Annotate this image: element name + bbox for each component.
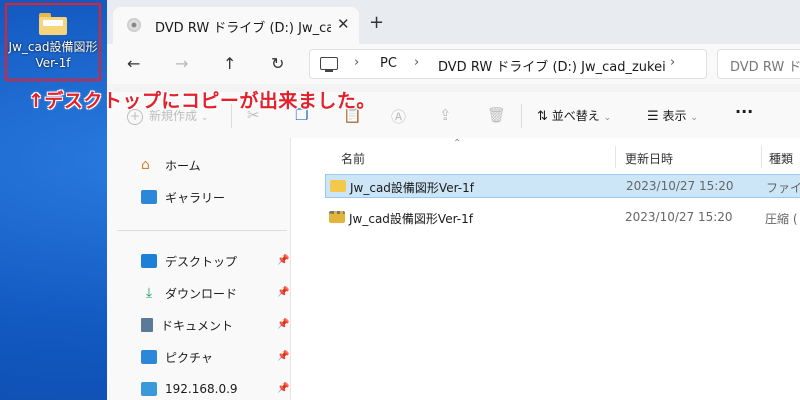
chevron-right-icon[interactable]: › xyxy=(670,55,675,70)
search-placeholder: DVD RW ドラ xyxy=(730,60,800,75)
table-row[interactable]: Jw_cad設備図形Ver-1f 2023/10/27 15:20 ファイル xyxy=(325,174,800,198)
sidebar-item-downloads[interactable]: ⤓ ダウンロード xyxy=(141,282,237,304)
folder-icon xyxy=(330,180,346,192)
desktop-icon-label: Jw_cad設備図形 Ver-1f xyxy=(8,40,98,70)
sidebar-item-home[interactable]: ⌂ ホーム xyxy=(141,154,201,176)
breadcrumb-drive[interactable]: DVD RW ドライブ (D:) Jw_cad_zukei xyxy=(438,56,666,75)
chevron-right-icon[interactable]: › xyxy=(414,55,419,70)
computer-icon[interactable] xyxy=(320,57,338,72)
sidebar-item-desktop[interactable]: デスクトップ xyxy=(141,250,237,272)
desktop-folder-shortcut[interactable]: Jw_cad設備図形 Ver-1f xyxy=(5,3,101,81)
pin-icon[interactable]: 📌 xyxy=(277,319,289,330)
new-tab-button[interactable]: + xyxy=(369,12,384,33)
column-header-type[interactable]: 種類 xyxy=(769,150,793,167)
breadcrumb[interactable]: › PC › DVD RW ドライブ (D:) Jw_cad_zukei › xyxy=(309,49,707,79)
sort-button[interactable]: ⇅ 並べ替え ⌄ xyxy=(537,107,611,124)
pin-icon[interactable]: 📌 xyxy=(277,255,289,266)
pictures-icon xyxy=(141,350,157,364)
more-options-icon[interactable]: ··· xyxy=(735,102,753,121)
sidebar-item-documents[interactable]: ドキュメント xyxy=(141,314,233,336)
pin-icon[interactable]: 📌 xyxy=(277,383,289,394)
table-row[interactable]: Jw_cad設備図形Ver-1f 2023/10/27 15:20 圧縮 ( xyxy=(325,206,800,230)
tab-strip: DVD RW ドライブ (D:) Jw_cad_zu ✕ + xyxy=(107,0,800,44)
sidebar-item-network[interactable]: 192.168.0.9 xyxy=(141,378,238,400)
document-icon xyxy=(141,318,153,332)
explorer-tab[interactable]: DVD RW ドライブ (D:) Jw_cad_zu ✕ xyxy=(113,7,359,44)
rename-icon[interactable]: Ⓐ xyxy=(391,106,406,127)
view-lines-icon: ☰ xyxy=(647,109,659,124)
sidebar-item-gallery[interactable]: ギャラリー xyxy=(141,186,225,208)
search-box[interactable]: DVD RW ドラ xyxy=(717,49,800,79)
copy-annotation: ↑デスクトップにコピーが出来ました。 xyxy=(28,90,376,112)
breadcrumb-pc[interactable]: PC xyxy=(380,56,397,71)
explorer-window: DVD RW ドライブ (D:) Jw_cad_zu ✕ + ← → ↑ ↻ ›… xyxy=(107,0,800,400)
pin-icon[interactable]: 📌 xyxy=(277,351,289,362)
zip-folder-icon xyxy=(329,211,345,223)
sidebar-item-pictures[interactable]: ピクチャ xyxy=(141,346,213,368)
download-icon: ⤓ xyxy=(145,285,153,301)
delete-icon[interactable]: 🗑 xyxy=(487,106,506,124)
dvd-drive-icon xyxy=(127,18,141,32)
tab-title: DVD RW ドライブ (D:) Jw_cad_zu xyxy=(155,21,331,36)
pin-icon[interactable]: 📌 xyxy=(277,287,289,298)
file-list: ⌃ 名前 更新日時 種類 Jw_cad設備図形Ver-1f 2023/10/27… xyxy=(291,138,800,400)
network-drive-icon xyxy=(141,382,157,396)
home-icon: ⌂ xyxy=(141,157,150,173)
sort-up-icon: ⌃ xyxy=(453,138,462,149)
navigation-pane: ⌂ ホーム ギャラリー デスクトップ 📌 ⤓ ダウンロード 📌 ドキュメント 📌… xyxy=(107,138,291,400)
share-icon[interactable]: ⇪ xyxy=(439,106,452,124)
divider xyxy=(117,230,287,231)
chevron-right-icon[interactable]: › xyxy=(354,55,359,70)
desktop-icon xyxy=(141,254,157,268)
column-header-date[interactable]: 更新日時 xyxy=(625,150,673,167)
view-button[interactable]: ☰ 表示 ⌄ xyxy=(647,107,698,124)
back-arrow-icon[interactable]: ← xyxy=(127,54,140,73)
refresh-icon[interactable]: ↻ xyxy=(271,54,284,73)
tab-close-icon[interactable]: ✕ xyxy=(337,15,350,33)
forward-arrow-icon[interactable]: → xyxy=(175,54,188,73)
up-arrow-icon[interactable]: ↑ xyxy=(223,54,236,73)
sort-icon: ⇅ xyxy=(537,109,548,124)
column-header-name[interactable]: 名前 xyxy=(341,150,365,167)
folder-icon xyxy=(39,13,67,35)
gallery-icon xyxy=(141,190,157,204)
